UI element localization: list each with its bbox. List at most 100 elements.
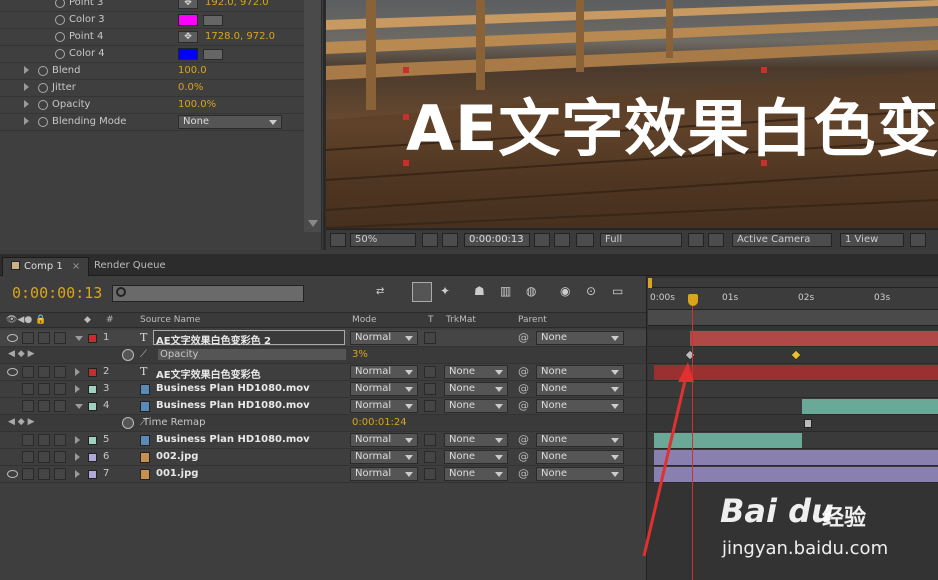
preserve-transparency-checkbox[interactable] [424,451,436,463]
expand-triangle-icon[interactable] [24,100,29,108]
preserve-transparency-checkbox[interactable] [424,468,436,480]
param-value[interactable]: 0.0% [178,82,203,93]
layer-switch-box[interactable] [38,451,50,463]
layer-switch-box[interactable] [22,400,34,412]
graph-icon[interactable]: ⟋ [140,349,147,360]
preserve-transparency-checkbox[interactable] [424,434,436,446]
layer-switch-box[interactable] [22,451,34,463]
param-value[interactable]: 100.0% [178,99,216,110]
preserve-transparency-checkbox[interactable] [424,332,436,344]
layer-switch-box[interactable] [22,332,34,344]
layer-switch-box[interactable] [38,468,50,480]
layer-switch-box[interactable] [54,400,66,412]
camera-dropdown[interactable]: Active Camera [732,233,832,247]
layer-switch-box[interactable] [54,366,66,378]
tab-comp-1[interactable]: Comp 1 × [2,257,90,276]
parent-pickwhip-icon[interactable]: @ [518,365,529,378]
expand-triangle-icon[interactable] [75,470,80,478]
effect-row[interactable]: Blending Mode None [0,114,304,131]
preserve-transparency-checkbox[interactable] [424,400,436,412]
selection-handle[interactable] [403,160,409,166]
effect-row[interactable]: Opacity 100.0% [0,97,304,114]
param-value[interactable]: 100.0 [178,65,207,76]
shy-layers-icon[interactable]: ☗ [474,284,485,298]
keyframe-navigator-icon[interactable]: ◀ ◆ ▶ [8,417,35,427]
live-update-icon[interactable] [412,282,432,302]
blend-mode-dropdown[interactable]: Normal [350,450,418,464]
layer-switch-box[interactable] [22,383,34,395]
layer-name[interactable]: 001.jpg [156,468,198,479]
crosshair-icon[interactable]: ✥ [178,31,198,43]
parent-pickwhip-icon[interactable]: @ [518,467,529,480]
composition-frame[interactable]: AE文字效果白色变 [326,0,938,228]
draft-3d-icon[interactable]: ✦ [440,284,450,298]
trkmat-dropdown[interactable]: None [444,450,508,464]
blend-mode-dropdown[interactable]: Normal [350,467,418,481]
source-name-header[interactable]: Source Name [140,315,200,325]
expand-triangle-icon[interactable] [75,385,80,393]
trkmat-dropdown[interactable]: None [444,365,508,379]
graph-editor-icon[interactable]: ▭ [612,284,623,298]
preserve-transparency-checkbox[interactable] [424,366,436,378]
layer-duration-bar[interactable] [690,331,938,346]
view-options-icon[interactable] [910,233,926,247]
resolution-dropdown[interactable]: Full [600,233,682,247]
layer-name[interactable]: AE文字效果白色变彩色 [156,366,261,381]
blend-mode-dropdown[interactable]: Normal [350,331,418,345]
layer-switch-box[interactable] [38,366,50,378]
layer-row[interactable]: 4 Business Plan HD1080.mov Normal None @ None [0,398,646,415]
point-value[interactable]: 192.0, 972.0 [205,0,269,8]
view-layout-dropdown[interactable]: 1 View [840,233,904,247]
region-of-interest-icon[interactable] [688,233,704,247]
frame-blending-icon[interactable]: ▥ [500,284,511,298]
stopwatch-icon[interactable] [55,32,65,42]
visibility-eye-icon[interactable] [7,368,18,376]
layer-switch-box[interactable] [22,468,34,480]
trkmat-dropdown[interactable]: None [444,382,508,396]
parent-pickwhip-icon[interactable]: @ [518,382,529,395]
brainstorm-icon[interactable]: ◉ [560,284,570,298]
effect-row[interactable]: Blend 100.0 [0,63,304,80]
stopwatch-icon[interactable] [38,83,48,93]
property-value[interactable]: 3% [352,349,368,360]
layer-switch-box[interactable] [22,434,34,446]
expand-triangle-icon[interactable] [75,453,80,461]
layer-label-color[interactable] [88,470,97,479]
selection-handle[interactable] [761,160,767,166]
stopwatch-icon[interactable] [38,66,48,76]
property-row[interactable]: ◀ ◆ ▶ ⟋ Opacity 3% [0,347,646,364]
auto-keyframe-icon[interactable]: ⊙ [586,284,596,298]
property-row[interactable]: ◀ ◆ ▶ ⟋ Time Remap 0:00:01:24 [0,415,646,432]
expand-triangle-icon[interactable] [75,436,80,444]
expand-triangle-icon[interactable] [75,336,83,341]
time-navigator[interactable] [648,278,938,288]
layer-label-color[interactable] [88,402,97,411]
stopwatch-icon[interactable] [122,417,134,429]
keyframe-navigator-icon[interactable]: ◀ ◆ ▶ [8,349,35,359]
layer-name[interactable]: Business Plan HD1080.mov [156,434,310,445]
layer-switch-box[interactable] [22,366,34,378]
layer-label-color[interactable] [88,453,97,462]
trkmat-dropdown[interactable]: None [444,399,508,413]
blend-mode-dropdown[interactable]: Normal [350,365,418,379]
layer-duration-bar[interactable] [802,399,938,414]
effect-row[interactable]: Color 4 [0,46,304,63]
layer-row[interactable]: 7 001.jpg Normal None @ None [0,466,646,483]
layer-name[interactable]: Business Plan HD1080.mov [156,400,310,411]
viewer-timecode[interactable]: 0:00:00:13 [464,233,530,247]
eyedropper-icon[interactable] [203,15,223,26]
layer-row[interactable]: 2 T AE文字效果白色变彩色 Normal None @ None [0,364,646,381]
grid-icon[interactable] [422,233,438,247]
layer-label-color[interactable] [88,334,97,343]
effects-scrollbar[interactable] [304,0,321,232]
point-value[interactable]: 1728.0, 972.0 [205,31,275,42]
selection-handle[interactable] [403,114,409,120]
stopwatch-icon[interactable] [38,117,48,127]
layer-switch-box[interactable] [38,434,50,446]
parent-dropdown[interactable]: None [536,433,624,447]
parent-pickwhip-icon[interactable]: @ [518,433,529,446]
stopwatch-icon[interactable] [122,349,134,361]
visibility-eye-icon[interactable] [7,470,18,478]
expand-triangle-icon[interactable] [75,404,83,409]
effect-row[interactable]: Point 3 ✥ 192.0, 972.0 [0,0,304,12]
